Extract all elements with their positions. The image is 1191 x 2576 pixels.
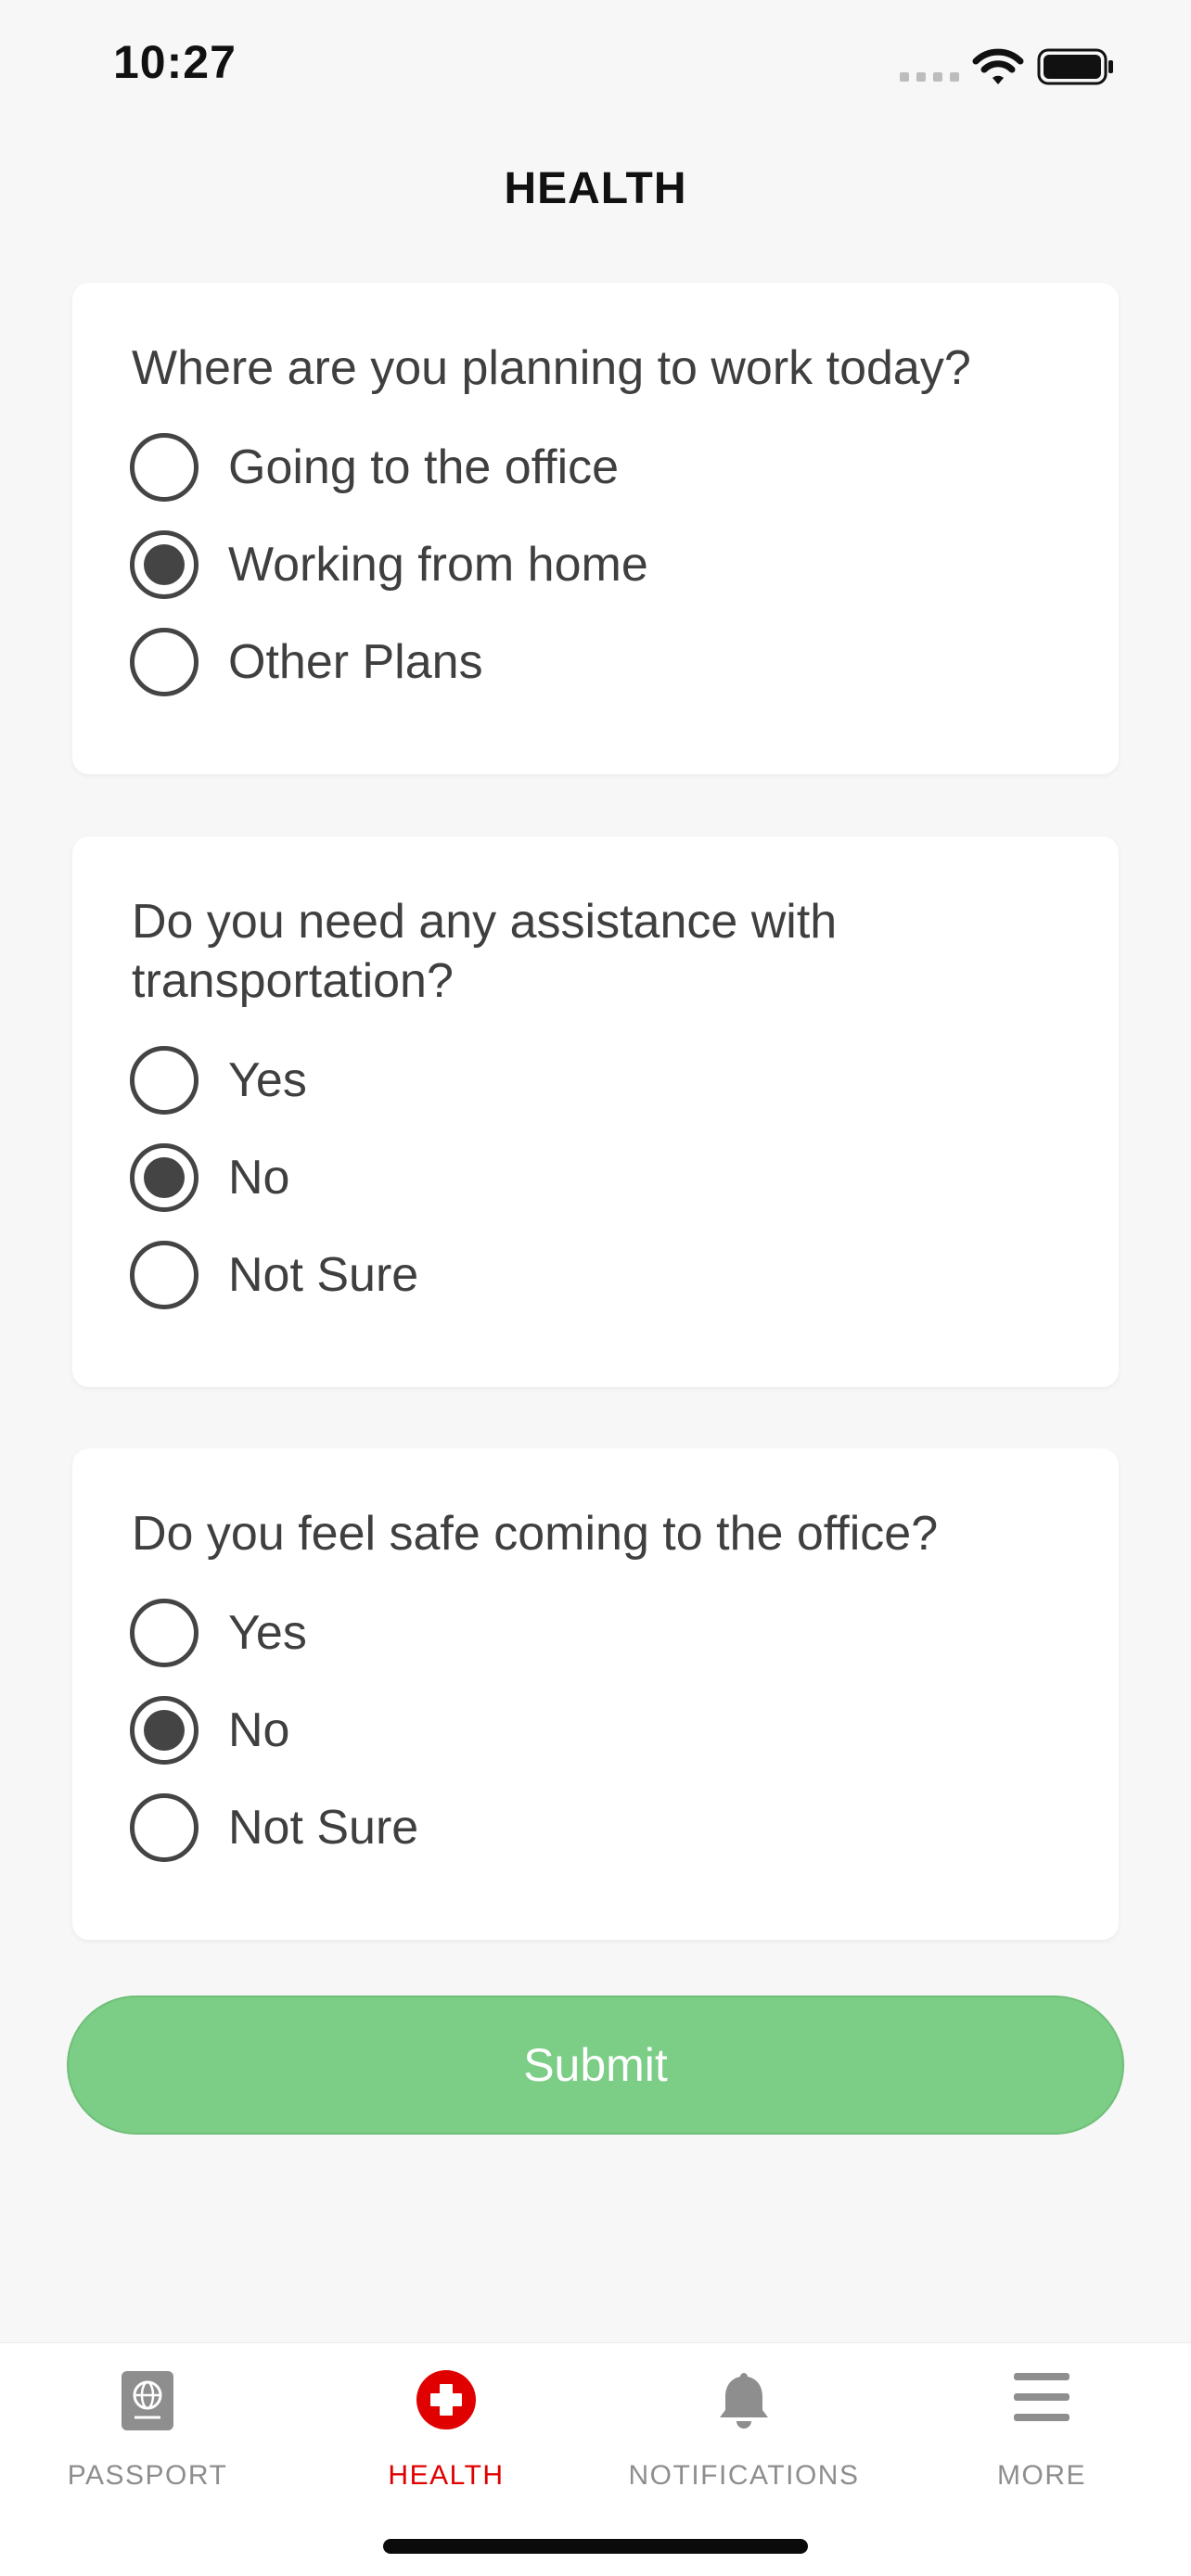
- question-card-work-location: Where are you planning to work today? Go…: [72, 283, 1119, 774]
- radio-button-selected[interactable]: [130, 529, 198, 599]
- radio-button[interactable]: [130, 1598, 198, 1667]
- option-other-plans[interactable]: Other Plans: [130, 613, 1059, 710]
- question-text: Do you feel safe coming to the office?: [132, 1507, 939, 1561]
- tab-passport[interactable]: PASSPORT: [8, 2343, 287, 2492]
- tab-label: PASSPORT: [67, 2460, 228, 2491]
- tab-health[interactable]: HEALTH: [307, 2343, 585, 2492]
- option-label: Yes: [228, 1052, 307, 1107]
- page-title: HEALTH: [504, 164, 687, 213]
- question-text: Where are you planning to work today?: [132, 341, 971, 395]
- option-label: Working from home: [228, 537, 648, 592]
- option-not-sure[interactable]: Not Sure: [130, 1779, 1059, 1876]
- radio-button[interactable]: [130, 1045, 198, 1115]
- tab-label: HEALTH: [388, 2460, 505, 2491]
- radio-button[interactable]: [130, 1240, 198, 1309]
- tab-label: NOTIFICATIONS: [628, 2460, 860, 2491]
- tab-label: MORE: [997, 2460, 1086, 2491]
- radio-button-selected[interactable]: [130, 1695, 198, 1765]
- tab-notifications[interactable]: NOTIFICATIONS: [605, 2343, 883, 2492]
- option-label: Other Plans: [228, 634, 483, 689]
- health-screen: 10:27 HEALTH Where are you planning to w…: [0, 0, 1191, 2576]
- radio-button[interactable]: [130, 1792, 198, 1862]
- option-label: Yes: [228, 1605, 307, 1660]
- option-no[interactable]: No: [130, 1681, 1059, 1779]
- passport-icon: [122, 2371, 173, 2430]
- bell-icon: [720, 2373, 768, 2429]
- home-indicator[interactable]: [383, 2539, 808, 2554]
- status-time: 10:27: [113, 36, 237, 88]
- hamburger-menu-icon: [1014, 2373, 1069, 2421]
- radio-button[interactable]: [130, 432, 198, 502]
- option-label: Not Sure: [228, 1800, 419, 1855]
- option-label: Not Sure: [228, 1247, 419, 1302]
- status-bar: 10:27: [0, 0, 1191, 139]
- submit-button[interactable]: Submit: [67, 1996, 1124, 2135]
- option-label: No: [228, 1702, 290, 1757]
- option-yes[interactable]: Yes: [130, 1031, 1059, 1129]
- option-working-from-home[interactable]: Working from home: [130, 516, 1059, 613]
- option-yes[interactable]: Yes: [130, 1584, 1059, 1681]
- wifi-icon: [972, 48, 1024, 84]
- question-card-transportation: Do you need any assistance with transpor…: [72, 836, 1119, 1387]
- radio-button-selected[interactable]: [130, 1142, 198, 1212]
- battery-icon: [1037, 48, 1113, 85]
- question-text: Do you need any assistance with transpor…: [132, 895, 838, 1008]
- option-no[interactable]: No: [130, 1129, 1059, 1226]
- radio-button[interactable]: [130, 627, 198, 696]
- tab-more[interactable]: MORE: [903, 2343, 1181, 2492]
- signal-icon: [900, 72, 959, 82]
- option-label: No: [228, 1150, 290, 1205]
- option-label: Going to the office: [228, 440, 620, 494]
- health-cross-icon: [416, 2370, 476, 2429]
- option-not-sure[interactable]: Not Sure: [130, 1226, 1059, 1323]
- option-going-to-office[interactable]: Going to the office: [130, 418, 1059, 516]
- question-card-safety: Do you feel safe coming to the office? Y…: [72, 1448, 1119, 1940]
